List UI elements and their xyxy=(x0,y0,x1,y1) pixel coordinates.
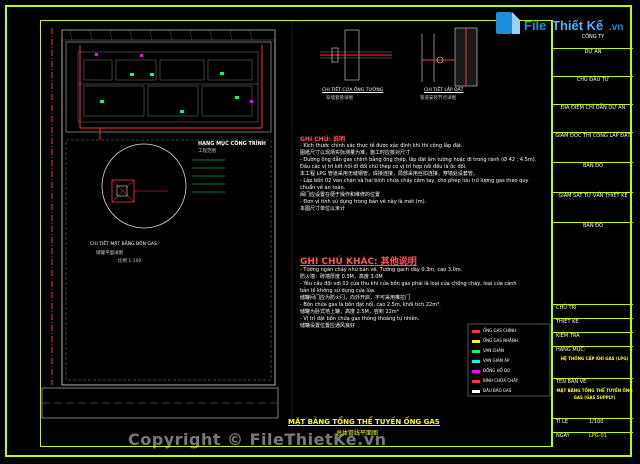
detail-callout-circle xyxy=(101,143,187,229)
yard-boundary xyxy=(65,139,272,381)
legend-row: BÌNH CHỮA CHÁY xyxy=(472,376,548,386)
note-line: Đầu các vị trí kết nối đi đối chữ thép c… xyxy=(300,164,467,170)
logo-text2: Thiết Kế xyxy=(552,18,604,33)
logo-text: File xyxy=(524,18,546,33)
legend-row: ĐỒNG HỒ ĐO xyxy=(472,366,548,376)
note-line: - Tường ngăn cháy như bản vẽ. Tường gạch… xyxy=(300,267,463,273)
tb-row: GIÁM SÁT TƯ VẤN THIẾT KẾ xyxy=(553,192,633,222)
copyright-watermark: Copyright © FileThietKe.vn xyxy=(128,430,387,449)
note-line: 图纸尺寸以现场实际测量为准，施工时应核对尺寸 xyxy=(300,150,411,156)
tb-chutri: CHỦ TRÌ xyxy=(553,304,633,318)
tb-row: DỰ ÁN xyxy=(553,48,633,76)
top-strip xyxy=(61,29,276,41)
note-line: 防火墙：砖墙厚度 0.3M，高度 3.0M xyxy=(300,274,383,280)
legend-row: ĐẦU BÁO GAS xyxy=(472,386,548,396)
tb-row: GIÁM ĐỐC THI CÔNG LẮP ĐẶT xyxy=(553,132,633,162)
note-line: - Đơn vị tính sử dụng trong bản vẽ này l… xyxy=(300,199,427,205)
section-left-title: CHI TIẾT CỬA ỐNG TƯỜNG xyxy=(322,88,384,93)
note-line: - Yêu cầu đối với 02 cửa thu khí cửa bồn… xyxy=(300,281,517,287)
note-line: 储罐间门应为防火门，向外开启，不可采用推拉门 xyxy=(300,295,411,301)
tb-row: CHỦ ĐẦU TƯ xyxy=(553,76,633,104)
section-right-title: CHI TIẾT LẮP ĐẶT xyxy=(424,88,464,93)
note-line: - Bồn chứa gas là bồn đặt nổi, cao 2.5m,… xyxy=(300,302,441,308)
detail-pipe-install xyxy=(421,27,478,87)
note-line: - Đường ống dẫn gas chính bằng ống thép,… xyxy=(300,157,537,163)
tb-kiemtra: KIỂM TRA xyxy=(553,332,633,346)
tb-tenbanve: TÊN BẢN VẼ: MẶT BẰNG TỔNG THỂ TUYẾN ỐNG … xyxy=(553,378,633,418)
building-interior xyxy=(77,51,259,123)
site-logo: File Thiết Kế .vn xyxy=(494,8,634,48)
detail-markers xyxy=(95,53,253,103)
tb-sobanve: NGÀY LPG-01 xyxy=(553,432,633,447)
tb-row: BẢN ĐỒ xyxy=(553,162,633,192)
legend-row: ỐNG GAS NHÁNH xyxy=(472,336,548,346)
note-line: 储罐为卧式地上罐，高度 2.5M，容积 22m³ xyxy=(300,309,399,315)
section-right-sub: 管道安装节点详图 xyxy=(420,96,456,101)
note-line: - Vị trí đặt bồn chứa gas thông thoáng t… xyxy=(300,316,420,322)
detail-caption-cn: 储罐平面详图 xyxy=(96,251,123,256)
legend-row: VAN GIẢM ÁP xyxy=(472,356,548,366)
gas-pipeline xyxy=(79,45,263,140)
tb-thietke: THIẾT KẾ xyxy=(553,318,633,332)
note-line: 本工程 LPG 管道采用无缝钢管，焊接连接，局部采用丝扣连接，穿墙处设套管。 xyxy=(300,171,478,177)
notes-block-2: GHI CHÚ KHÁC: 其他说明 - Tường ngăn cháy như… xyxy=(300,254,550,330)
detail-wall-sleeve xyxy=(320,29,392,81)
detail-caption: CHI TIẾT MẶT BẰNG BỒN GAS xyxy=(90,242,157,247)
legend-row: ỐNG GAS CHÍNH xyxy=(472,326,548,336)
road-strip xyxy=(41,387,279,419)
greenery-marks xyxy=(100,72,239,113)
detail-subtitle: 工程范围 xyxy=(198,149,216,154)
detail-scale: 比例 1:100 xyxy=(118,259,142,264)
tb-hangmuc: HẠNG MỤC: HỆ THỐNG CẤP KHÍ GAS (LPG) xyxy=(553,346,633,378)
logo-graphic: File Thiết Kế .vn xyxy=(496,12,623,34)
tb-row: ĐỊA ĐIỂM CHỈ DẪN DỰ ÁN xyxy=(553,104,633,132)
note-line: bản lề không sử dụng cửa lùa. xyxy=(300,288,376,294)
note-line: chuẩn về an toàn. xyxy=(300,185,346,191)
note-line: - Lắp bồn 02 van chặn và hai bình chữa c… xyxy=(300,178,529,184)
site-boundary xyxy=(61,29,276,386)
top-strip-hatch xyxy=(69,29,253,41)
notes-heading: GHI CHÚ: 说明 xyxy=(300,136,346,143)
section-left-sub: 穿墙套管详图 xyxy=(326,96,353,101)
title-block: CÔNG TY DỰ ÁN CHỦ ĐẦU TƯ ĐỊA ĐIỂM CHỈ DẪ… xyxy=(552,20,633,447)
note-line: 阀门应设置在便于操作和维修的位置 xyxy=(300,192,381,198)
detail-title: HẠNG MỤC CÔNG TRÌNH xyxy=(198,141,266,147)
legend: ỐNG GAS CHÍNH ỐNG GAS NHÁNH VAN CHẶN VAN… xyxy=(472,326,548,396)
note-line: 本图尺寸单位以米计 xyxy=(300,206,346,212)
tb-row: BẢN ĐỒ xyxy=(553,222,633,304)
scope-list-lines xyxy=(192,159,225,193)
logo-tld: .vn xyxy=(609,22,623,33)
plan-title: MẶT BẰNG TỔNG THỂ TUYẾN ỐNG GAS xyxy=(288,418,440,426)
notes-block-1: GHI CHÚ: 说明 - Kích thước chính xác thực … xyxy=(300,134,550,213)
tb-tyle: TỈ LỆ 1/100 xyxy=(553,418,633,432)
note-line: - Kích thước chính xác thực tế được xác … xyxy=(300,143,463,149)
notes2-heading: GHI CHÚ KHÁC: 其他说明 xyxy=(300,257,417,267)
legend-row: VAN CHẶN xyxy=(472,346,548,356)
